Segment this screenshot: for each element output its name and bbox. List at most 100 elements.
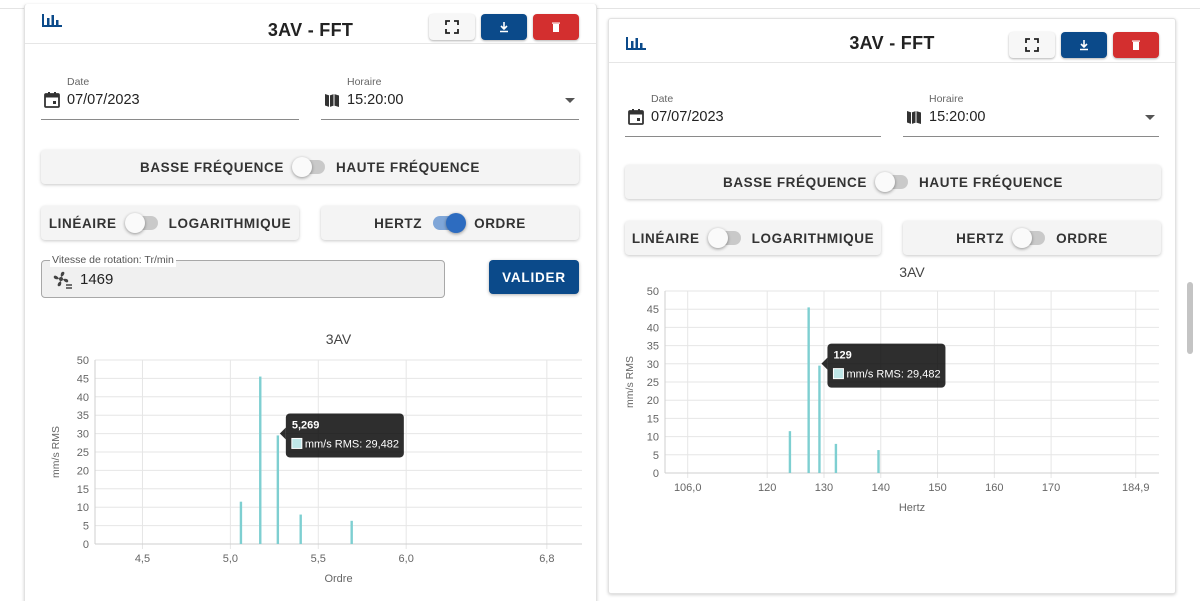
y-tick-label: 50 <box>77 355 89 367</box>
x-axis-label: Ordre <box>324 573 352 585</box>
tooltip-label: mm/s RMS: 29,482 <box>305 438 399 450</box>
chevron-down-icon <box>565 98 575 103</box>
chart-title: 3AV <box>899 264 925 280</box>
x-tick-label: 5,0 <box>223 553 238 565</box>
x-tick-label: 4,5 <box>135 553 150 565</box>
scale-switch[interactable] <box>124 213 161 233</box>
x-tick-label: 106,0 <box>674 482 702 494</box>
page-scrollbar[interactable] <box>1187 282 1193 354</box>
y-tick-label: 40 <box>647 322 659 334</box>
scale-toggle[interactable]: LINÉAIRE LOGARITHMIQUE <box>41 206 299 240</box>
frequency-switch[interactable] <box>292 157 328 177</box>
chart-bar <box>350 520 353 544</box>
delete-button[interactable] <box>1113 32 1159 58</box>
low-frequency-label: BASSE FRÉQUENCE <box>139 159 284 175</box>
date-field[interactable]: Date 07/07/2023 <box>41 76 299 120</box>
x-tick-label: 6,8 <box>539 553 554 565</box>
y-tick-label: 0 <box>653 468 659 480</box>
horaire-label: Horaire <box>929 93 964 105</box>
download-icon <box>500 22 508 33</box>
y-tick-label: 35 <box>647 341 659 353</box>
order-label: ORDRE <box>1056 230 1108 246</box>
date-value: 07/07/2023 <box>67 92 140 108</box>
delete-button[interactable] <box>533 14 579 40</box>
x-tick-label: 5,5 <box>311 553 326 565</box>
unit-switch[interactable] <box>430 213 467 233</box>
frequency-toggle[interactable]: BASSE FRÉQUENCE HAUTE FRÉQUENCE <box>41 150 579 184</box>
fullscreen-button[interactable] <box>1009 32 1055 58</box>
map-icon <box>325 94 339 107</box>
trash-icon <box>1132 40 1140 50</box>
y-tick-label: 5 <box>653 450 659 462</box>
unit-toggle[interactable]: HERTZ ORDRE <box>903 221 1161 255</box>
x-tick-label: 160 <box>985 482 1003 494</box>
date-value: 07/07/2023 <box>651 109 724 125</box>
frequency-toggle[interactable]: BASSE FRÉQUENCE HAUTE FRÉQUENCE <box>625 165 1161 199</box>
linear-label: LINÉAIRE <box>48 215 117 231</box>
panel-header: 3AV - FFT <box>25 4 596 44</box>
high-frequency-label: HAUTE FRÉQUENCE <box>919 174 1064 190</box>
fft-panel-left: 3AV - FFT Date 07/07/2023 Horaire 15:20:… <box>24 4 597 601</box>
high-frequency-label: HAUTE FRÉQUENCE <box>336 159 481 175</box>
download-button[interactable] <box>1061 32 1107 58</box>
fullscreen-icon <box>1025 38 1039 52</box>
unit-switch[interactable] <box>1012 228 1048 248</box>
chart-title: 3AV <box>326 331 352 347</box>
chart-bar <box>239 501 243 544</box>
date-field[interactable]: Date 07/07/2023 <box>625 93 881 137</box>
y-tick-label: 0 <box>83 539 89 551</box>
validate-button[interactable]: VALIDER <box>489 260 579 294</box>
calendar-icon <box>628 109 644 125</box>
x-tick-label: 130 <box>815 482 833 494</box>
chart-bar <box>818 365 821 473</box>
chart-bar <box>877 450 880 473</box>
x-tick-label: 6,0 <box>399 553 414 565</box>
frequency-switch[interactable] <box>875 172 911 192</box>
rotation-speed-input[interactable]: Vitesse de rotation: Tr/min 1469 <box>41 253 445 298</box>
x-axis-label: Hertz <box>899 502 925 514</box>
linear-label: LINÉAIRE <box>631 230 700 246</box>
calendar-icon <box>44 92 60 108</box>
hertz-label: HERTZ <box>956 230 1005 246</box>
y-tick-label: 25 <box>77 447 89 459</box>
y-tick-label: 5 <box>83 521 89 533</box>
y-tick-label: 30 <box>647 359 659 371</box>
x-tick-label: 120 <box>758 482 776 494</box>
trash-icon <box>552 22 560 32</box>
chart-bar <box>807 307 810 473</box>
fft-chart-order: 3AV 0 5 10 15 20 25 30 35 40 45 50 4,5 5,0 5,5 6,0 6,8 mm… <box>45 324 590 596</box>
chart-svg: 3AV 0 5 10 15 20 25 30 35 40 45 50 4,5 5,0 5,5 6,0 6,8 mm… <box>50 331 582 585</box>
y-tick-label: 15 <box>77 484 89 496</box>
tooltip-swatch <box>832 368 844 380</box>
logarithmic-label: LOGARITHMIQUE <box>168 215 292 231</box>
y-axis-label: mm/s RMS <box>50 426 62 478</box>
fft-panel-right: 3AV - FFT Date 07/07/2023 Horaire 15:20:… <box>608 18 1176 594</box>
order-label: ORDRE <box>474 215 526 231</box>
rotation-speed-value: 1469 <box>80 271 114 288</box>
scale-toggle[interactable]: LINÉAIRE LOGARITHMIQUE <box>625 221 881 255</box>
horaire-label: Horaire <box>347 76 382 88</box>
hertz-label: HERTZ <box>374 215 423 231</box>
chart-svg: 3AV 0 5 10 15 20 25 30 35 40 45 50 106,0 120 130 140 150… <box>624 264 1159 514</box>
tooltip-title: 5,269 <box>292 419 320 431</box>
x-tick-label: 140 <box>872 482 890 494</box>
fullscreen-button[interactable] <box>429 14 475 40</box>
scale-switch[interactable] <box>707 228 744 248</box>
unit-toggle[interactable]: HERTZ ORDRE <box>321 206 579 240</box>
rotation-speed-label: Vitesse de rotation: Tr/min <box>50 253 176 267</box>
y-tick-label: 10 <box>77 502 89 514</box>
chart-bar <box>259 376 262 544</box>
horaire-value: 15:20:00 <box>929 109 986 125</box>
tooltip-pointer <box>279 427 286 440</box>
y-axis-label: mm/s RMS <box>624 356 636 408</box>
x-tick-label: 150 <box>928 482 946 494</box>
y-tick-label: 30 <box>77 429 89 441</box>
horaire-select[interactable]: Horaire 15:20:00 <box>321 76 579 120</box>
horaire-select[interactable]: Horaire 15:20:00 <box>903 93 1159 137</box>
fullscreen-icon <box>445 20 459 34</box>
y-tick-label: 20 <box>77 465 89 477</box>
horaire-value: 15:20:00 <box>347 92 404 108</box>
download-button[interactable] <box>481 14 527 40</box>
y-tick-label: 40 <box>77 392 89 404</box>
download-icon <box>1080 40 1088 51</box>
